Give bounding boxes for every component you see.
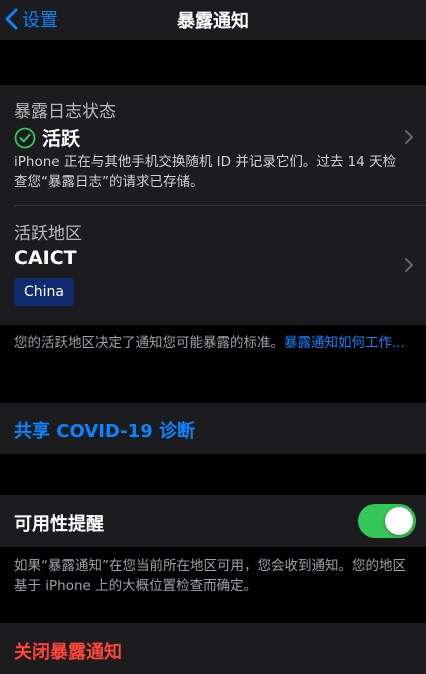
region-footer: 您的活跃地区决定了通知您可能暴露的标准。暴露通知如何工作...	[14, 333, 416, 353]
chevron-right-icon	[405, 258, 413, 272]
availability-toggle[interactable]	[358, 504, 416, 538]
status-label: 活跃	[42, 128, 81, 150]
availability-label: 可用性提醒	[14, 514, 104, 535]
toggle-knob	[385, 507, 413, 535]
region-badge: China	[14, 278, 74, 306]
active-region-cell[interactable]: 活跃地区 CAICT China	[0, 206, 426, 325]
availability-footer: 如果“暴露通知”在您当前所在地区可用，您会收到通知。您的地区基于 iPhone …	[14, 558, 406, 594]
how-it-works-link[interactable]: 暴露通知如何工作...	[284, 335, 405, 351]
checkmark-circle-icon	[14, 127, 36, 148]
navigation-bar: 设置 暴露通知	[0, 0, 426, 40]
availability-cell: 可用性提醒	[0, 495, 426, 547]
turn-off-cell[interactable]: 关闭暴露通知	[0, 623, 426, 674]
exposure-log-status: 活跃	[14, 124, 80, 151]
active-region-name: CAICT	[14, 247, 77, 269]
chevron-right-icon	[405, 130, 413, 144]
exposure-log-description: iPhone 正在与其他手机交换随机 ID 并记录它们。过去 14 天检查您“暴…	[14, 154, 397, 190]
share-diagnosis-button[interactable]: 共享 COVID-19 诊断	[14, 417, 195, 443]
page-title: 暴露通知	[177, 11, 249, 32]
exposure-log-cell[interactable]: 暴露日志状态 活跃 iPhone 正在与其他手机交换随机 ID 并记录它们。过去…	[0, 85, 426, 205]
region-footer-text: 您的活跃地区决定了通知您可能暴露的标准。	[14, 335, 284, 351]
exposure-settings-group: 暴露日志状态 活跃 iPhone 正在与其他手机交换随机 ID 并记录它们。过去…	[0, 85, 426, 325]
turn-off-button[interactable]: 关闭暴露通知	[14, 638, 122, 664]
active-region-heading: 活跃地区	[14, 224, 82, 244]
share-diagnosis-cell[interactable]: 共享 COVID-19 诊断	[0, 403, 426, 454]
exposure-log-heading: 暴露日志状态	[14, 102, 116, 122]
